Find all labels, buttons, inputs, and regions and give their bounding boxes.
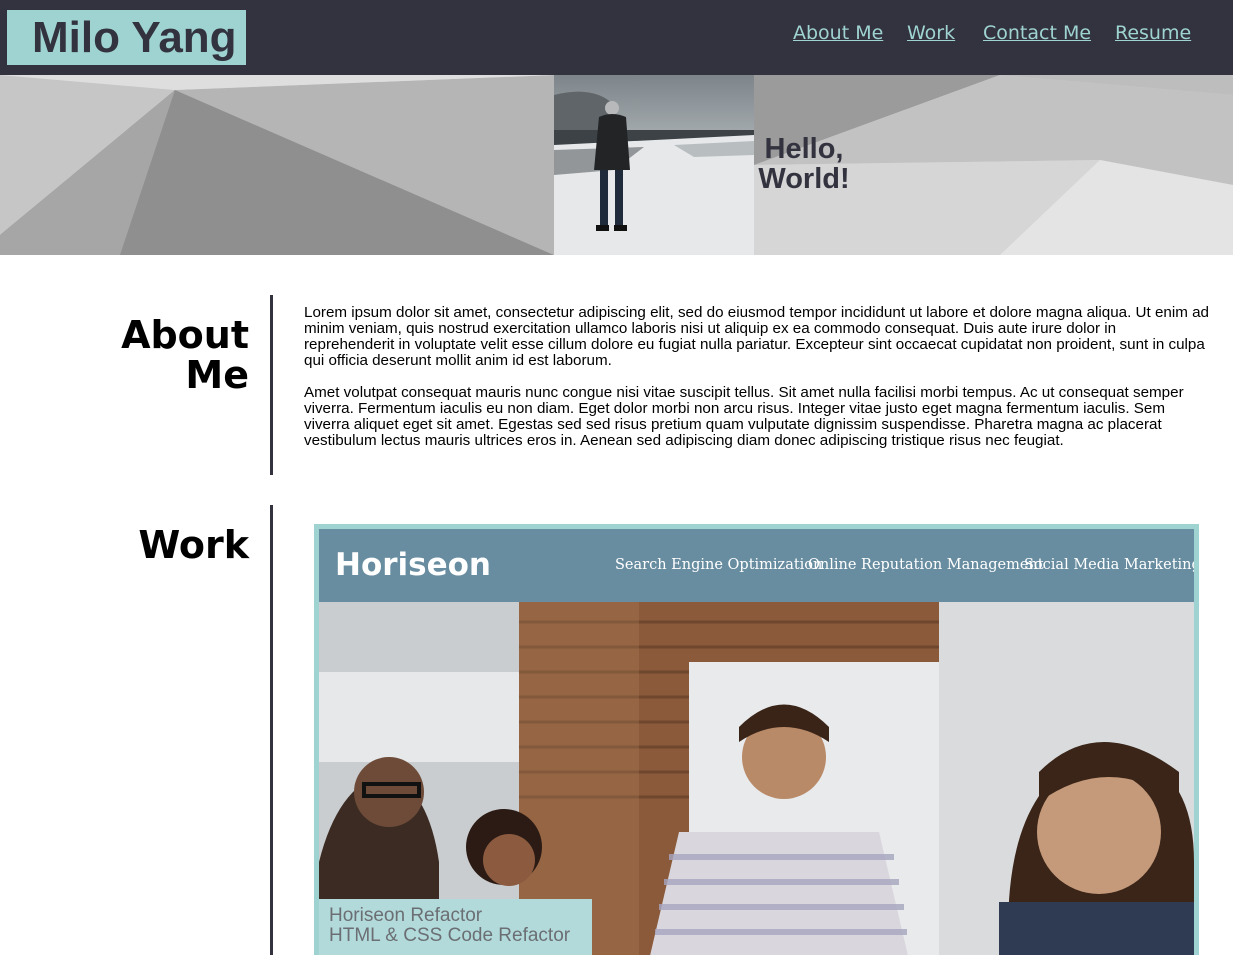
about-title-line2: Me bbox=[185, 353, 249, 397]
hero-greeting-line1: Hello, bbox=[764, 133, 844, 165]
project-site-logo: Horiseon bbox=[335, 547, 491, 583]
nav-link-resume[interactable]: Resume bbox=[1115, 22, 1191, 44]
project-site-link: Social Media Marketing bbox=[1024, 557, 1194, 573]
about-section-title: About Me bbox=[121, 315, 249, 395]
site-header: Milo Yang About Me Work Contact Me Resum… bbox=[0, 0, 1233, 75]
project-site-link: Search Engine Optimization bbox=[615, 557, 823, 573]
profile-photo bbox=[554, 75, 754, 255]
project-card-horiseon[interactable]: Horiseon Search Engine Optimization Onli… bbox=[314, 524, 1199, 955]
about-title-line1: About bbox=[121, 313, 249, 357]
hero-greeting: Hello, World! bbox=[756, 134, 852, 194]
project-caption-title: Horiseon Refactor bbox=[329, 905, 483, 926]
nav-link-work[interactable]: Work bbox=[907, 22, 955, 44]
nav-link-contact-me[interactable]: Contact Me bbox=[983, 22, 1091, 44]
site-logo[interactable]: Milo Yang bbox=[7, 10, 246, 65]
project-screenshot: Horiseon Search Engine Optimization Onli… bbox=[319, 529, 1194, 955]
project-site-header: Horiseon Search Engine Optimization Onli… bbox=[319, 529, 1194, 602]
nav-link-about-me[interactable]: About Me bbox=[793, 22, 883, 44]
about-divider bbox=[270, 295, 273, 475]
hero-greeting-line2: World! bbox=[758, 163, 850, 195]
about-paragraph: Amet volutpat consequat mauris nunc cong… bbox=[304, 384, 1184, 449]
about-body: Lorem ipsum dolor sit amet, consectetur … bbox=[304, 305, 1209, 449]
project-caption: Horiseon Refactor HTML & CSS Code Refact… bbox=[319, 899, 592, 955]
hero-banner: Hello, World! bbox=[0, 75, 1233, 255]
about-paragraph: Lorem ipsum dolor sit amet, consectetur … bbox=[304, 304, 1209, 369]
work-divider bbox=[270, 505, 273, 955]
project-site-link: Online Reputation Management bbox=[808, 557, 1044, 573]
project-caption-subtitle: HTML & CSS Code Refactor bbox=[329, 925, 571, 946]
work-section-title: Work bbox=[138, 523, 249, 567]
